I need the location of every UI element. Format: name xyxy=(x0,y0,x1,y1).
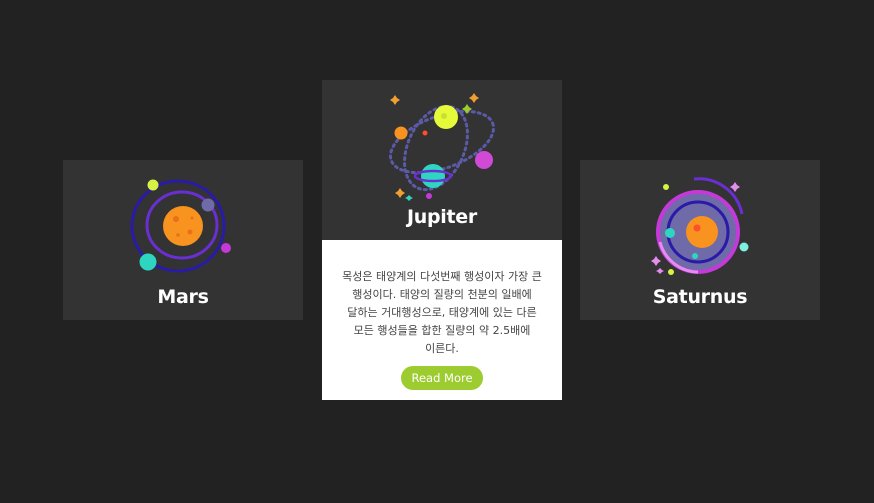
card-content: 목성은 태양계의 다섯번째 행성이자 가장 큰 행성이다. 태양의 질량의 천분… xyxy=(322,240,562,400)
saturnus-planet-illustration xyxy=(651,177,749,275)
card-title-saturnus: Saturnus xyxy=(652,286,748,308)
card-saturnus[interactable]: Saturnus xyxy=(580,160,820,320)
card-mars[interactable]: Mars xyxy=(63,160,303,320)
mars-planet-illustration xyxy=(130,179,231,273)
card-description: 목성은 태양계의 다섯번째 행성이자 가장 큰 행성이다. 태양의 질량의 천분… xyxy=(342,270,542,355)
card-jupiter[interactable]: Jupiter 목성은 태양계의 다섯번째 행성이자 가장 큰 행성이다. 태양… xyxy=(322,80,562,400)
card-title-jupiter: Jupiter xyxy=(407,206,477,228)
card-title-mars: Mars xyxy=(157,286,209,308)
jupiter-planet-illustration xyxy=(388,93,496,201)
read-more-button[interactable]: Read More xyxy=(401,366,483,390)
